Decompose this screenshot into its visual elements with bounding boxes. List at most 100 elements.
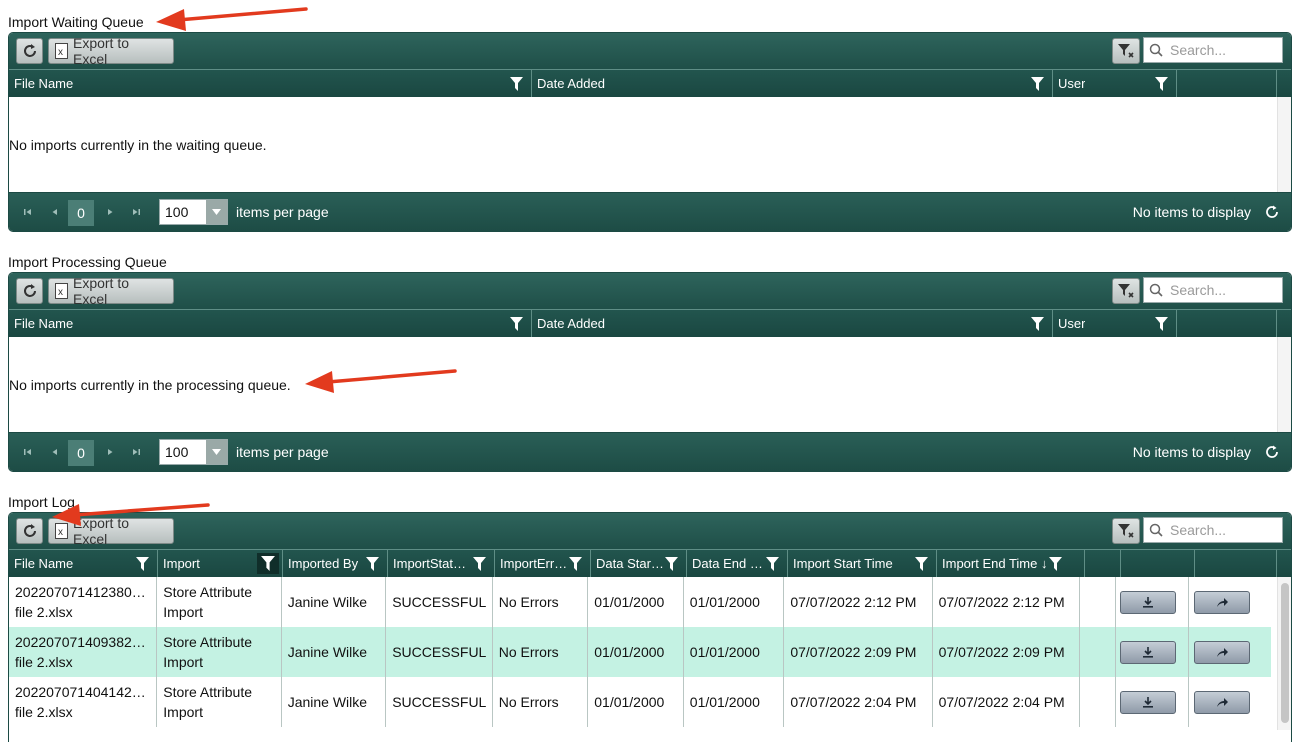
page-size-select[interactable]: 100 xyxy=(159,199,228,225)
search-input[interactable] xyxy=(1168,521,1276,539)
column-header-action xyxy=(1195,550,1277,577)
first-page-icon[interactable] xyxy=(23,207,33,217)
filter-icon[interactable] xyxy=(1155,77,1168,91)
column-header-data-start[interactable]: Data Star… xyxy=(591,550,687,577)
column-header-data-end[interactable]: Data End … xyxy=(687,550,788,577)
scrollbar-thumb[interactable] xyxy=(1281,583,1289,723)
first-page-icon[interactable] xyxy=(23,447,33,457)
cell-data-end: 01/01/2000 xyxy=(684,677,785,727)
filter-icon[interactable] xyxy=(1155,317,1168,331)
filter-icon[interactable] xyxy=(366,557,379,571)
clear-filters-button[interactable] xyxy=(1112,518,1140,544)
column-header-import-start-time[interactable]: Import Start Time xyxy=(788,550,937,577)
filter-icon[interactable] xyxy=(766,557,779,571)
import-log-title: Import Log xyxy=(8,494,75,510)
filter-icon[interactable] xyxy=(257,553,279,574)
share-button[interactable] xyxy=(1194,590,1251,614)
current-page[interactable]: 0 xyxy=(68,200,94,226)
reload-icon[interactable] xyxy=(1264,444,1280,460)
grid-body: No imports currently in the waiting queu… xyxy=(9,97,1291,193)
filter-icon[interactable] xyxy=(1031,317,1044,331)
cell-import-start: 07/07/2022 2:04 PM xyxy=(784,677,933,727)
export-label: Export to Excel xyxy=(72,515,130,547)
current-page[interactable]: 0 xyxy=(68,440,94,466)
cell-download xyxy=(1116,577,1190,627)
items-per-page-label: items per page xyxy=(236,204,329,220)
filter-icon[interactable] xyxy=(473,557,486,571)
export-to-excel-button[interactable]: x Export to Excel xyxy=(48,35,174,67)
column-header-file-name[interactable]: File Name xyxy=(9,310,532,337)
column-header-file-name[interactable]: File Name xyxy=(9,550,158,577)
cell-download xyxy=(1116,677,1190,727)
refresh-icon xyxy=(23,524,36,537)
table-row[interactable]: 202207071404142… file 2.xlsx Store Attrib… xyxy=(9,677,1271,727)
column-header-date-added[interactable]: Date Added xyxy=(532,310,1053,337)
cell-blank xyxy=(1080,677,1116,727)
filter-clear-icon xyxy=(1118,524,1134,538)
vertical-scrollbar[interactable] xyxy=(1277,97,1291,192)
download-icon xyxy=(1142,697,1153,708)
column-header-import-errors[interactable]: ImportErr… xyxy=(495,550,591,577)
page-size-value: 100 xyxy=(165,204,189,220)
column-header-file-name[interactable]: File Name xyxy=(9,70,532,97)
share-button[interactable] xyxy=(1194,690,1251,714)
prev-page-icon[interactable] xyxy=(50,447,60,457)
filter-icon[interactable] xyxy=(569,557,582,571)
refresh-button[interactable] xyxy=(16,518,43,544)
export-to-excel-button[interactable]: x Export to Excel xyxy=(48,275,174,307)
export-to-excel-button[interactable]: x Export to Excel xyxy=(48,515,174,547)
filter-icon[interactable] xyxy=(1049,557,1062,571)
filter-icon[interactable] xyxy=(915,557,928,571)
column-header-imported-by[interactable]: Imported By xyxy=(283,550,388,577)
column-header-import-status[interactable]: ImportStat… xyxy=(388,550,495,577)
refresh-button[interactable] xyxy=(16,278,43,304)
table-row[interactable]: 202207071412380… file 2.xlsx Store Attrib… xyxy=(9,577,1271,627)
pager: 0 100 items per page No items to display xyxy=(9,433,1291,471)
download-button[interactable] xyxy=(1119,640,1176,664)
filter-icon[interactable] xyxy=(1031,77,1044,91)
download-button[interactable] xyxy=(1119,590,1176,614)
column-header-row: File Name Import Imported By ImportStat…… xyxy=(9,549,1291,577)
annotation-arrow xyxy=(156,7,308,31)
column-header-date-added[interactable]: Date Added xyxy=(532,70,1053,97)
svg-text:x: x xyxy=(58,527,63,538)
last-page-icon[interactable] xyxy=(131,447,141,457)
reload-icon[interactable] xyxy=(1264,204,1280,220)
clear-filters-button[interactable] xyxy=(1112,38,1140,64)
prev-page-icon[interactable] xyxy=(50,207,60,217)
download-icon xyxy=(1142,647,1153,658)
cell-import-start: 07/07/2022 2:09 PM xyxy=(784,627,933,677)
filter-icon[interactable] xyxy=(136,557,149,571)
share-button[interactable] xyxy=(1194,640,1251,664)
dropdown-arrow-icon[interactable] xyxy=(206,440,227,464)
column-header-import[interactable]: Import xyxy=(158,550,283,577)
cell-download xyxy=(1116,627,1190,677)
filter-icon[interactable] xyxy=(665,557,678,571)
filter-icon[interactable] xyxy=(510,77,523,91)
refresh-button[interactable] xyxy=(16,38,43,64)
next-page-icon[interactable] xyxy=(105,447,115,457)
dropdown-arrow-icon[interactable] xyxy=(206,200,227,224)
download-button[interactable] xyxy=(1119,690,1176,714)
cell-errors: No Errors xyxy=(493,627,589,677)
search-box[interactable] xyxy=(1143,277,1283,303)
search-box[interactable] xyxy=(1143,517,1283,543)
search-box[interactable] xyxy=(1143,37,1283,63)
vertical-scrollbar[interactable] xyxy=(1277,337,1291,432)
table-row[interactable]: 202207071409382… file 2.xlsx Store Attrib… xyxy=(9,627,1271,677)
download-icon xyxy=(1142,597,1153,608)
column-header-user[interactable]: User xyxy=(1053,310,1177,337)
vertical-scrollbar[interactable] xyxy=(1277,577,1291,730)
export-label: Export to Excel xyxy=(72,275,130,307)
column-header-user[interactable]: User xyxy=(1053,70,1177,97)
svg-text:x: x xyxy=(58,287,63,298)
column-header-import-end-time[interactable]: Import End Time ↓ xyxy=(937,550,1085,577)
cell-action xyxy=(1189,577,1271,627)
last-page-icon[interactable] xyxy=(131,207,141,217)
page-size-select[interactable]: 100 xyxy=(159,439,228,465)
search-input[interactable] xyxy=(1168,41,1276,59)
clear-filters-button[interactable] xyxy=(1112,278,1140,304)
search-input[interactable] xyxy=(1168,281,1276,299)
next-page-icon[interactable] xyxy=(105,207,115,217)
filter-icon[interactable] xyxy=(510,317,523,331)
